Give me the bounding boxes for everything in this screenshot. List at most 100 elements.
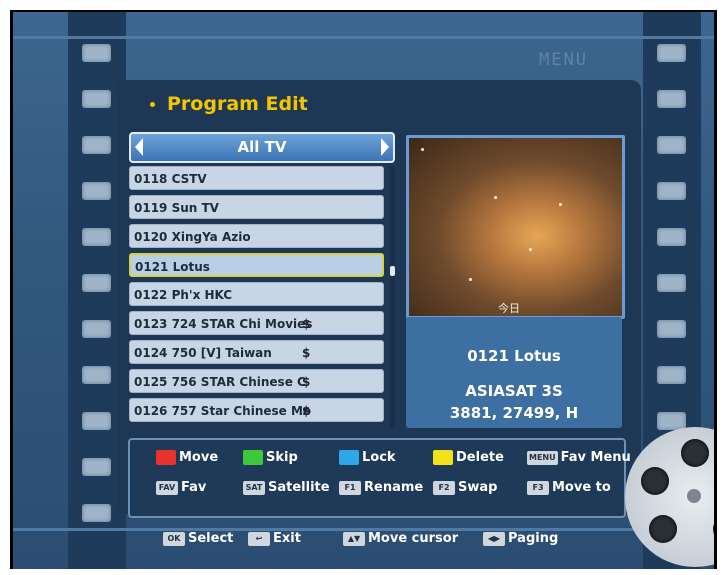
film-hole [82,228,111,246]
tv-screen: MENU Program Edit All TV 0118 CSTV 0119 … [10,10,717,569]
preview-speck [529,248,532,251]
film-hole [657,228,686,246]
menu-label: MENU [539,50,588,70]
menu-key-icon: MENU [527,450,558,465]
key-rename-label: Rename [364,480,424,495]
f3-key-icon: F3 [527,480,549,495]
reel-hole [713,515,714,543]
key-move-to-label: Move to [552,480,611,495]
category-label: All TV [237,138,287,156]
f1-key-icon: F1 [339,480,361,495]
hint-exit: ↩ Exit [248,531,301,546]
film-hole [82,274,111,292]
green-key-icon [243,450,263,465]
channel-label: 0121 Lotus [135,260,210,274]
reel-center [687,489,701,503]
film-hole [82,504,111,522]
key-lock-label: Lock [362,450,396,465]
channel-row[interactable]: 0123 724 STAR Chi Movies $ [129,311,384,335]
film-hole [657,274,686,292]
film-border-top [13,36,714,39]
key-fav[interactable]: FAV Fav [156,480,206,495]
list-scrollbar[interactable] [390,166,395,428]
film-hole [82,320,111,338]
hint-move-cursor-label: Move cursor [368,531,459,546]
key-delete-label: Delete [456,450,504,465]
film-hole [657,366,686,384]
scrambled-icon: $ [302,375,311,389]
f2-key-icon: F2 [433,480,455,495]
key-swap[interactable]: F2 Swap [433,480,497,495]
channel-label: 0118 CSTV [134,172,207,186]
info-satellite: ASIASAT 3S [465,382,563,400]
function-key-legend: Move Skip Lock Delete MENU Fav Menu FAV Fa… [128,438,631,518]
channel-row[interactable]: 0120 XingYa Azio [129,224,384,248]
scrollbar-thumb[interactable] [390,266,395,276]
channel-label: 0125 756 STAR Chinese C [134,375,306,389]
preview-speck [421,148,424,151]
film-hole [657,320,686,338]
key-skip[interactable]: Skip [243,450,298,465]
reel-hole [649,515,677,543]
info-transponder: 3881, 27499, H [449,404,579,422]
film-hole [82,458,111,476]
channel-row[interactable]: 0118 CSTV [129,166,384,190]
film-hole [82,412,111,430]
scrambled-icon: $ [302,404,311,418]
film-hole [657,136,686,154]
exit-key-icon: ↩ [248,531,270,546]
channel-label: 0123 724 STAR Chi Movies [134,317,313,331]
sat-key-icon: SAT [243,480,265,495]
category-selector[interactable]: All TV [129,132,395,163]
channel-row[interactable]: 0124 750 [V] Taiwan $ [129,340,384,364]
key-fav-label: Fav [181,480,207,495]
key-move-label: Move [179,450,219,465]
film-hole [82,136,111,154]
key-skip-label: Skip [266,450,298,465]
reel-hole [681,439,709,467]
page-title: Program Edit [150,93,308,115]
film-hole [82,44,111,62]
key-delete[interactable]: Delete [433,450,504,465]
channel-label: 0122 Ph'x HKC [134,288,233,302]
key-fav-menu[interactable]: MENU Fav Menu [527,450,631,465]
hint-exit-label: Exit [273,531,301,546]
arrow-left-icon[interactable] [135,138,143,156]
hint-select: OK Select [163,531,233,546]
film-hole [82,90,111,108]
key-satellite-label: Satellite [268,480,330,495]
channel-info-panel: 0121 Lotus ASIASAT 3S 3881, 27499, H [406,317,622,428]
key-satellite[interactable]: SAT Satellite [243,480,330,495]
channel-row[interactable]: 0125 756 STAR Chinese C $ [129,369,384,393]
key-move-to[interactable]: F3 Move to [527,480,611,495]
video-preview [406,135,625,319]
preview-speck [559,203,562,206]
key-swap-label: Swap [458,480,498,495]
page-title-text: Program Edit [167,93,308,115]
cursor-key-icon: ▲▼ [343,531,365,546]
bullet-icon [150,102,155,107]
film-hole [657,182,686,200]
yellow-key-icon [433,450,453,465]
film-hole [82,366,111,384]
ok-key-icon: OK [163,531,185,546]
key-fav-menu-label: Fav Menu [560,450,631,465]
hint-paging: ◀▶ Paging [483,531,558,546]
arrow-right-icon[interactable] [381,138,389,156]
channel-row[interactable]: 0119 Sun TV [129,195,384,219]
page-key-icon: ◀▶ [483,531,505,546]
channel-row[interactable]: 0122 Ph'x HKC [129,282,384,306]
key-rename[interactable]: F1 Rename [339,480,423,495]
scrambled-icon: $ [302,346,311,360]
channel-label: 0124 750 [V] Taiwan [134,346,272,360]
reel-hole [641,467,669,495]
key-move[interactable]: Move [156,450,218,465]
channel-label: 0119 Sun TV [134,201,219,215]
red-key-icon [156,450,176,465]
scrambled-icon: $ [302,317,311,331]
key-lock[interactable]: Lock [339,450,396,465]
film-hole [657,44,686,62]
channel-row-selected[interactable]: 0121 Lotus [129,253,384,277]
channel-row[interactable]: 0126 757 Star Chinese Mo $ [129,398,384,422]
channel-label: 0120 XingYa Azio [134,230,251,244]
